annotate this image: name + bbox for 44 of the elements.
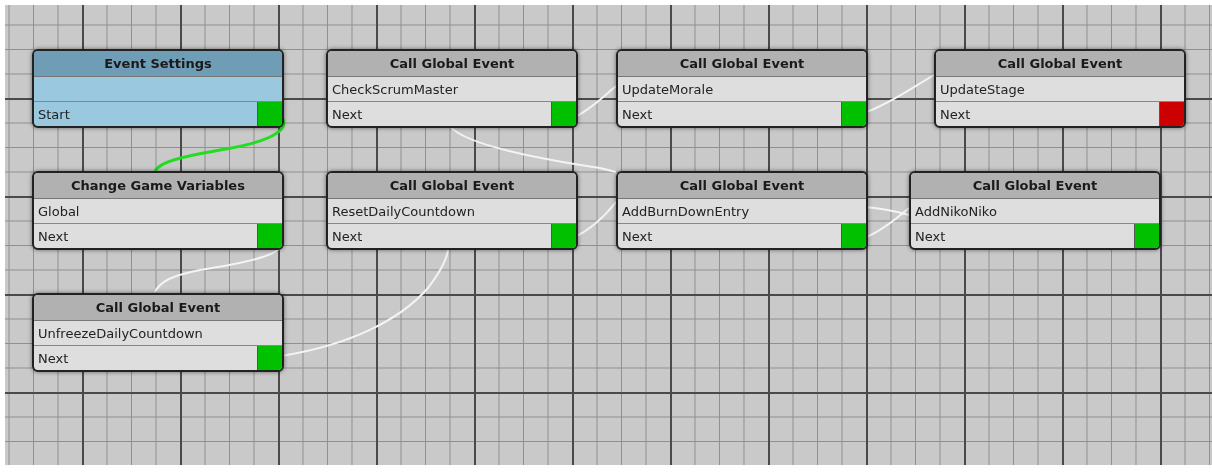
port-handle[interactable] (257, 102, 282, 126)
port-handle[interactable] (257, 346, 282, 370)
node-card[interactable]: Event Settings Start (32, 49, 284, 128)
node-title: Event Settings (34, 51, 282, 77)
port-label: Next (621, 106, 654, 122)
node-card[interactable]: Call Global Event UpdateStage Next (934, 49, 1186, 128)
node-title: Call Global Event (34, 295, 282, 321)
node-title: Call Global Event (936, 51, 1184, 77)
node-title: Call Global Event (328, 173, 576, 199)
node-title: Call Global Event (328, 51, 576, 77)
port-handle[interactable] (1159, 102, 1184, 126)
node-card[interactable]: Call Global Event UnfreezeDailyCountdown Next (32, 293, 284, 372)
port-handle[interactable] (1134, 224, 1159, 248)
node-card[interactable]: Call Global Event UpdateMorale Next (616, 49, 868, 128)
port-label: Start (37, 106, 71, 122)
node-field: AddBurnDownEntry (618, 203, 866, 219)
node-title: Change Game Variables (34, 173, 282, 199)
port-label: Next (914, 228, 947, 244)
node-field: UpdateStage (936, 81, 1184, 97)
port-label: Next (37, 350, 70, 366)
port-handle[interactable] (551, 102, 576, 126)
node-card[interactable]: Call Global Event AddNikoNiko Next (909, 171, 1161, 250)
port-handle[interactable] (841, 224, 866, 248)
node-title: Call Global Event (618, 51, 866, 77)
node-field: UpdateMorale (618, 81, 866, 97)
node-field: UnfreezeDailyCountdown (34, 325, 282, 341)
port-label: Next (939, 106, 972, 122)
node-field: Global (34, 203, 282, 219)
port-handle[interactable] (841, 102, 866, 126)
node-title: Call Global Event (618, 173, 866, 199)
node-card[interactable]: Call Global Event AddBurnDownEntry Next (616, 171, 868, 250)
node-card[interactable]: Call Global Event CheckScrumMaster Next (326, 49, 578, 128)
port-handle[interactable] (257, 224, 282, 248)
node-field: CheckScrumMaster (328, 81, 576, 97)
port-label: Next (621, 228, 654, 244)
node-card[interactable]: Call Global Event ResetDailyCountdown Next (326, 171, 578, 250)
port-handle[interactable] (551, 224, 576, 248)
port-label: Next (331, 106, 364, 122)
node-field: ResetDailyCountdown (328, 203, 576, 219)
node-card[interactable]: Change Game Variables Global Next (32, 171, 284, 250)
node-field: AddNikoNiko (911, 203, 1159, 219)
node-title: Call Global Event (911, 173, 1159, 199)
port-label: Next (331, 228, 364, 244)
port-label: Next (37, 228, 70, 244)
